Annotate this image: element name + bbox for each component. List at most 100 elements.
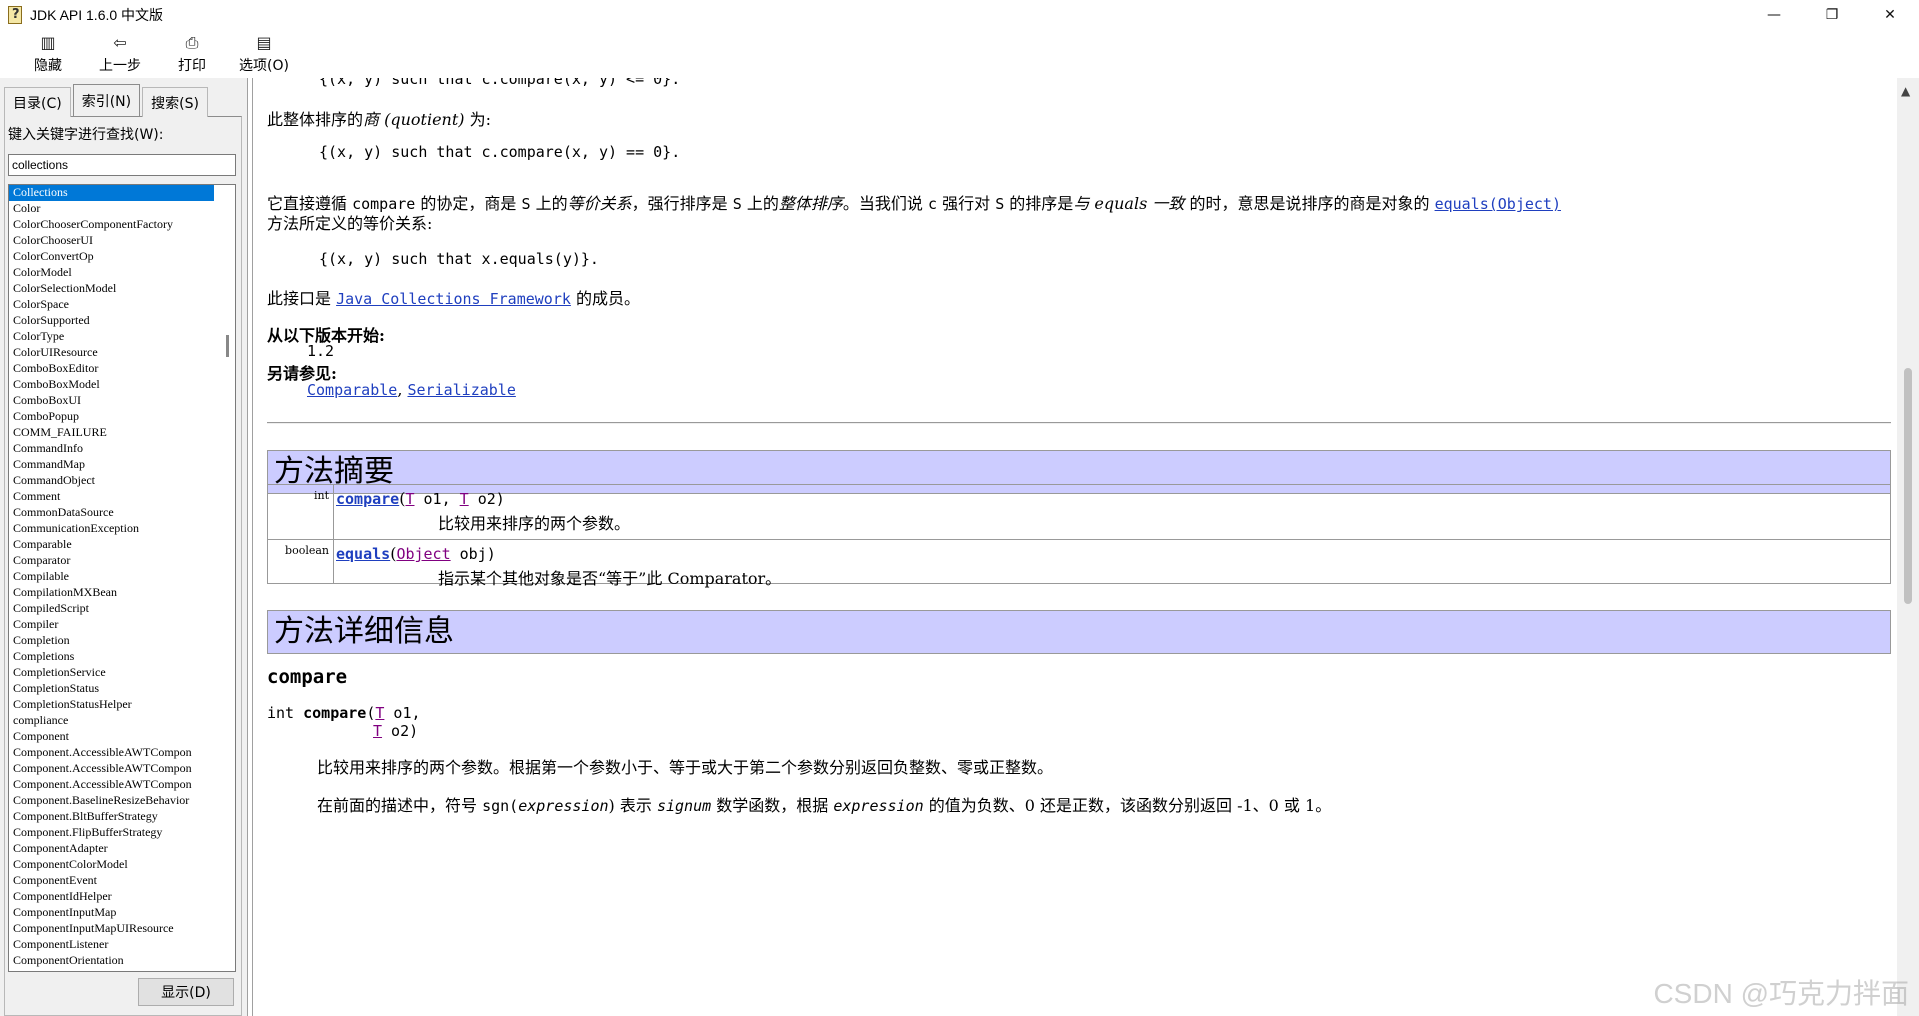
index-list-item[interactable]: ComponentOrientation	[9, 953, 214, 969]
tab-index[interactable]: 索引(N)	[72, 84, 141, 116]
type-param-link[interactable]: T	[460, 490, 469, 508]
index-list-item[interactable]: ComboPopup	[9, 409, 214, 425]
index-list-item[interactable]: Component.AccessibleAWTCompon	[9, 777, 214, 793]
divider	[267, 422, 1891, 424]
scroll-up-icon[interactable]: ▲	[1901, 84, 1910, 98]
index-list-item[interactable]: Collections	[9, 185, 214, 201]
index-list-item[interactable]: Completions	[9, 649, 214, 665]
index-list-item[interactable]: Component.AccessibleAWTCompon	[9, 745, 214, 761]
index-list-item[interactable]: Component	[9, 729, 214, 745]
equals-code: {(x, y) such that x.equals(y)}.	[319, 250, 599, 268]
hide-label: 隐藏	[34, 58, 62, 74]
index-list-item[interactable]: ComboBoxEditor	[9, 361, 214, 377]
detail-description-sgn: 在前面的描述中，符号 sgn(expression) 表示 signum 数学函…	[317, 796, 1332, 815]
index-list-item[interactable]: ColorChooserUI	[9, 233, 214, 249]
index-list-item[interactable]: Component.FlipBufferStrategy	[9, 825, 214, 841]
quotient-intro: 此整体排序的商 (quotient) 为:	[267, 110, 492, 129]
index-list-item[interactable]: ColorSupported	[9, 313, 214, 329]
window-title: JDK API 1.6.0 中文版	[30, 7, 164, 23]
keyword-input[interactable]	[8, 154, 236, 176]
index-list-item[interactable]: ColorChooserComponentFactory	[9, 217, 214, 233]
table-row: boolean equals(Object obj) 指示某个其他对象是否“等于…	[268, 539, 1890, 588]
index-list-item[interactable]: Comment	[9, 489, 214, 505]
index-list-item[interactable]: CommandInfo	[9, 441, 214, 457]
back-icon: ⇦	[113, 33, 127, 52]
method-detail-name: compare	[267, 666, 348, 688]
index-list-item[interactable]: ComboBoxUI	[9, 393, 214, 409]
equality-code: {(x, y) such that c.compare(x, y) == 0}.	[319, 143, 681, 161]
window-controls: — ❐ ✕	[1745, 0, 1919, 30]
index-list-item[interactable]: ColorUIResource	[9, 345, 214, 361]
watermark: CSDN @巧克力拌面	[1653, 978, 1909, 1009]
nav-tabs: 目录(C) 索引(N) 搜索(S)	[4, 84, 210, 117]
index-list-item[interactable]: CompilationMXBean	[9, 585, 214, 601]
index-scroll-thumb[interactable]	[226, 335, 229, 357]
index-list-item[interactable]: Comparable	[9, 537, 214, 553]
content-scroll-thumb[interactable]	[1904, 368, 1912, 604]
index-list-item[interactable]: Compilable	[9, 569, 214, 585]
collections-framework-link[interactable]: Java Collections Framework	[336, 290, 571, 308]
topic-content: {(x, y) such that c.compare(x, y) <= 0}.…	[252, 78, 1897, 1016]
display-button[interactable]: 显示(D)	[138, 978, 234, 1006]
index-list-item[interactable]: Compiler	[9, 617, 214, 633]
hide-icon: ▥	[40, 33, 56, 52]
options-icon: ▤	[256, 33, 272, 52]
index-list-item[interactable]: CompletionStatus	[9, 681, 214, 697]
type-param-link[interactable]: T	[373, 722, 382, 740]
index-list-item[interactable]: CommunicationException	[9, 521, 214, 537]
index-list-item[interactable]: CompiledScript	[9, 601, 214, 617]
index-list-item[interactable]: ComboBoxModel	[9, 377, 214, 393]
index-list-item[interactable]: CommonDataSource	[9, 505, 214, 521]
index-list-item[interactable]: ComponentIdHelper	[9, 889, 214, 905]
index-list-item[interactable]: ComponentInputMapUIResource	[9, 921, 214, 937]
index-list-item[interactable]: ColorConvertOp	[9, 249, 214, 265]
method-signature-line2: T o2)	[373, 722, 419, 740]
index-list[interactable]: Collections Color ColorChooserComponentFac…	[8, 184, 236, 972]
index-list-item[interactable]: Color	[9, 201, 214, 217]
index-list-item[interactable]: Component.BltBufferStrategy	[9, 809, 214, 825]
index-list-item[interactable]: ColorSpace	[9, 297, 214, 313]
index-list-item[interactable]: Completion	[9, 633, 214, 649]
index-list-item[interactable]: Comparator	[9, 553, 214, 569]
index-list-item[interactable]: CommandObject	[9, 473, 214, 489]
index-list-item[interactable]: ColorSelectionModel	[9, 281, 214, 297]
index-list-item[interactable]: Component.AccessibleAWTCompon	[9, 761, 214, 777]
compare-method-link[interactable]: compare	[336, 490, 399, 508]
index-list-item[interactable]: compliance	[9, 713, 214, 729]
type-param-link[interactable]: T	[405, 490, 414, 508]
hide-button[interactable]: ▥ 隐藏	[12, 30, 84, 78]
navigation-pane: 目录(C) 索引(N) 搜索(S) 键入关键字进行查找(W): Collecti…	[0, 78, 248, 1016]
return-type: int	[268, 485, 334, 539]
content-scrollbar[interactable]: ▲	[1897, 78, 1919, 1016]
close-button[interactable]: ✕	[1861, 0, 1919, 30]
maximize-button[interactable]: ❐	[1803, 0, 1861, 30]
serializable-link[interactable]: Serializable	[407, 381, 515, 399]
index-list-item[interactable]: ComponentAdapter	[9, 841, 214, 857]
index-scrollbar[interactable]	[219, 185, 235, 971]
equals-object-link[interactable]: equals(Object)	[1435, 195, 1561, 213]
tab-contents[interactable]: 目录(C)	[4, 87, 71, 117]
object-class-link[interactable]: Object	[396, 545, 450, 563]
print-button[interactable]: ⎙ 打印	[156, 30, 228, 78]
index-list-item[interactable]: ComponentColorModel	[9, 857, 214, 873]
back-button[interactable]: ⇦ 上一步	[84, 30, 156, 78]
index-list-item[interactable]: ColorModel	[9, 265, 214, 281]
index-list-item[interactable]: ComponentListener	[9, 937, 214, 953]
print-label: 打印	[178, 58, 206, 74]
options-button[interactable]: ▤ 选项(O)	[228, 30, 300, 78]
index-list-item[interactable]: ComponentInputMap	[9, 905, 214, 921]
index-list-item[interactable]: CompletionService	[9, 665, 214, 681]
method-description: 比较用来排序的两个参数。	[438, 514, 631, 533]
back-label: 上一步	[99, 58, 141, 74]
tab-search[interactable]: 搜索(S)	[142, 87, 208, 117]
minimize-button[interactable]: —	[1745, 0, 1803, 30]
index-list-item[interactable]: CommandMap	[9, 457, 214, 473]
index-list-item[interactable]: CompletionStatusHelper	[9, 697, 214, 713]
index-list-item[interactable]: ComponentEvent	[9, 873, 214, 889]
index-list-item[interactable]: Component.BaselineResizeBehavior	[9, 793, 214, 809]
keyword-label: 键入关键字进行查找(W):	[8, 127, 164, 143]
comparable-link[interactable]: Comparable	[307, 381, 397, 399]
equals-method-link[interactable]: equals	[336, 545, 390, 563]
index-list-item[interactable]: COMM_FAILURE	[9, 425, 214, 441]
index-list-item[interactable]: ColorType	[9, 329, 214, 345]
